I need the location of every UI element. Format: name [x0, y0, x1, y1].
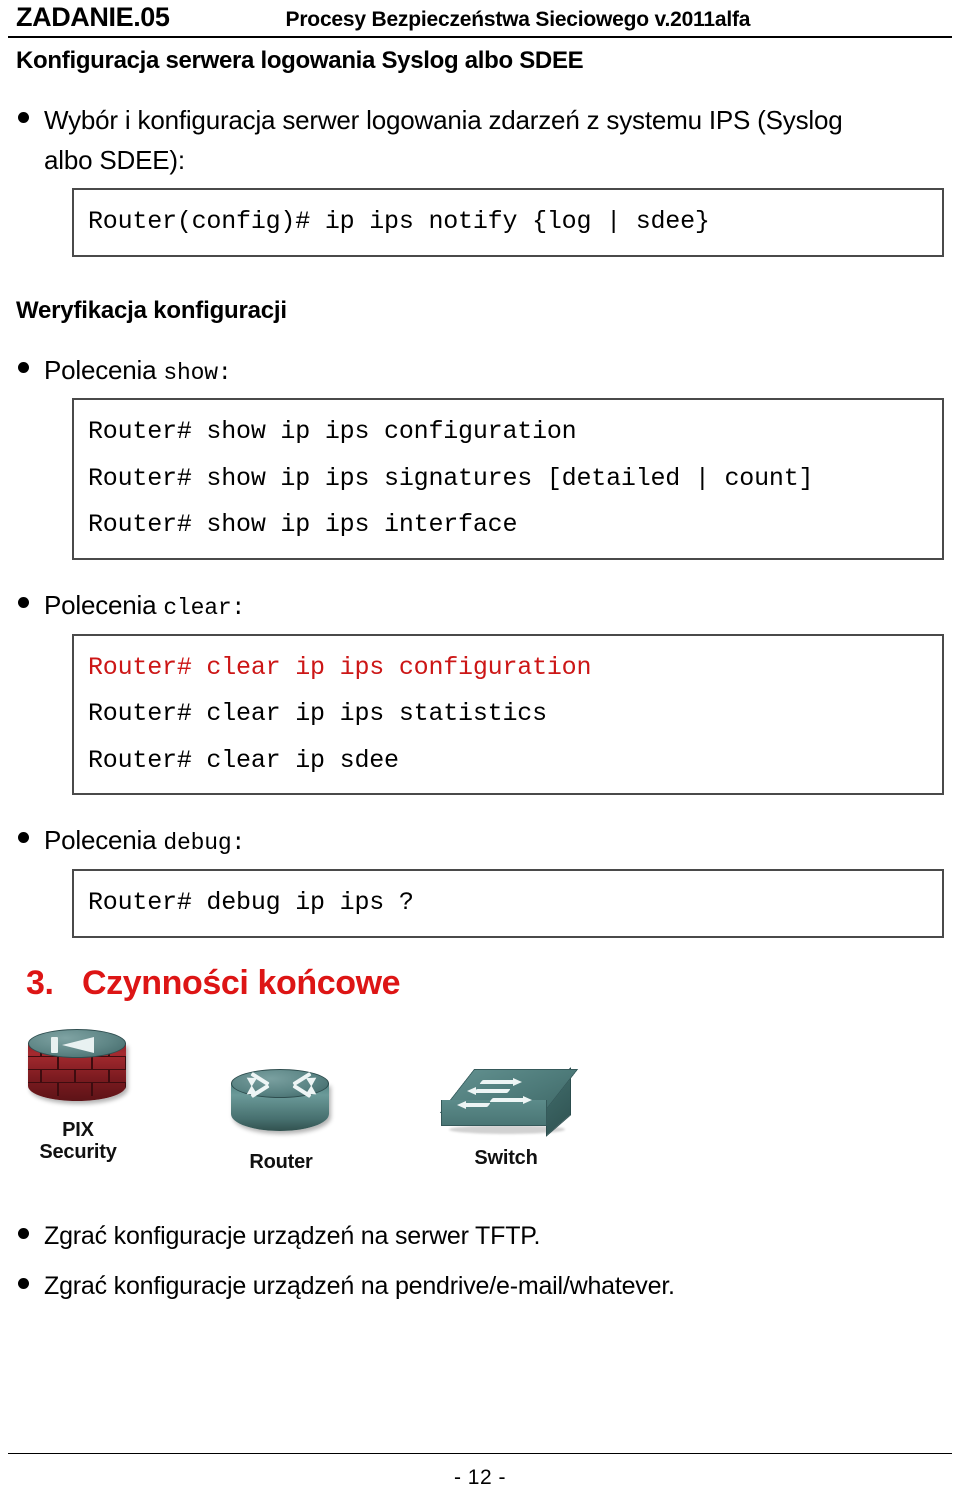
- document-page: ZADANIE.05 Procesy Bezpieczeństwa Siecio…: [0, 0, 960, 1500]
- device-pix-firewall: PIX Security: [18, 1028, 138, 1164]
- code-block-show: Router# show ip ips configuration Router…: [72, 398, 944, 560]
- footer-divider: [8, 1453, 952, 1454]
- router-top-disc: [231, 1068, 329, 1099]
- list-item: Zgrać konfiguracje urządzeń na pendrive/…: [8, 1267, 952, 1305]
- list-item: Polecenia clear:: [8, 586, 952, 626]
- switch-icon: [439, 1067, 579, 1143]
- final-section-number: 3.: [26, 963, 54, 1002]
- bullet-dot-icon: [18, 832, 29, 844]
- bullet-dot-icon: [18, 596, 29, 608]
- code-block-debug: Router# debug ip ips ?: [72, 869, 944, 938]
- pix-arrow-glyph-icon: [51, 1036, 107, 1053]
- network-device-diagram: PIX Security Router Switch: [8, 1021, 952, 1211]
- bullet-debug-label: Polecenia: [44, 825, 164, 856]
- page-number: - 12 -: [453, 1466, 506, 1489]
- device-router: Router: [216, 1068, 346, 1173]
- bullet-clear-command: clear:: [163, 594, 246, 621]
- list-item: Polecenia show:: [8, 351, 952, 391]
- bullet-show-command: show:: [163, 359, 232, 386]
- device-caption: Switch: [426, 1147, 586, 1169]
- bullet-dot-icon: [18, 112, 29, 123]
- final-bullet-text: Zgrać konfiguracje urządzeń na serwer TF…: [44, 1221, 541, 1250]
- bullet-show-label: Polecenia: [44, 354, 164, 385]
- bullet-clear-text: Polecenia clear:: [44, 586, 245, 626]
- code-line: Router# clear ip ips statistics: [88, 699, 547, 729]
- code-line: Router# clear ip sdee: [88, 745, 399, 775]
- device-caption-line1: Switch: [474, 1146, 538, 1169]
- bullet-clear-label: Polecenia: [44, 589, 164, 620]
- device-caption-line1: PIX: [62, 1118, 94, 1141]
- code-line: Router# show ip ips configuration: [88, 417, 577, 447]
- bullet-dot-icon: [18, 361, 29, 373]
- final-bullet-text: Zgrać konfiguracje urządzeń na pendrive/…: [44, 1271, 675, 1300]
- code-block-clear: Router# clear ip ips configuration Route…: [72, 633, 944, 796]
- device-switch: Switch: [426, 1067, 586, 1169]
- code-line: Router(config)# ip ips notify {log | sde…: [88, 207, 710, 237]
- bullet-debug-text: Polecenia debug:: [44, 821, 245, 861]
- bullet-intro-text: Wybór i konfiguracja serwer logowania zd…: [44, 105, 843, 175]
- list-item: Wybór i konfiguracja serwer logowania zd…: [8, 101, 952, 180]
- header-task-title: ZADANIE.05: [16, 2, 170, 32]
- bullet-show-text: Polecenia show:: [44, 351, 232, 391]
- final-section-heading: 3. Czynności końcowe: [8, 964, 952, 1003]
- pix-firewall-icon: [24, 1028, 132, 1115]
- page-title: Konfiguracja serwera logowania Syslog al…: [16, 47, 584, 74]
- bullet-debug-command: debug:: [163, 830, 246, 857]
- device-caption: PIX Security: [18, 1119, 138, 1164]
- code-line: Router# show ip ips signatures [detailed…: [88, 463, 814, 493]
- device-caption: Router: [216, 1151, 346, 1173]
- device-caption-line2: Security: [39, 1141, 117, 1164]
- bullet-dot-icon: [18, 1227, 29, 1239]
- code-block-notify: Router(config)# ip ips notify {log | sde…: [72, 188, 944, 257]
- header-course-subtitle: Procesy Bezpieczeństwa Sieciowego v.2011…: [285, 8, 751, 31]
- code-line: Router# debug ip ips ?: [88, 888, 414, 918]
- verification-heading: Weryfikacja konfiguracji: [16, 296, 287, 324]
- bullet-dot-icon: [18, 1277, 29, 1289]
- pix-top-disc: [28, 1028, 126, 1058]
- list-item: Polecenia debug:: [8, 821, 952, 861]
- final-section-title: Czynności końcowe: [82, 963, 401, 1002]
- device-caption-line1: Router: [249, 1150, 313, 1173]
- document-footer: - 12 -: [8, 1445, 952, 1490]
- code-line-highlighted: Router# clear ip ips configuration: [88, 652, 592, 682]
- list-item: Zgrać konfiguracje urządzeń na serwer TF…: [8, 1217, 952, 1255]
- document-header: ZADANIE.05 Procesy Bezpieczeństwa Siecio…: [8, 0, 952, 36]
- router-icon: [229, 1068, 333, 1147]
- code-line: Router# show ip ips interface: [88, 510, 518, 540]
